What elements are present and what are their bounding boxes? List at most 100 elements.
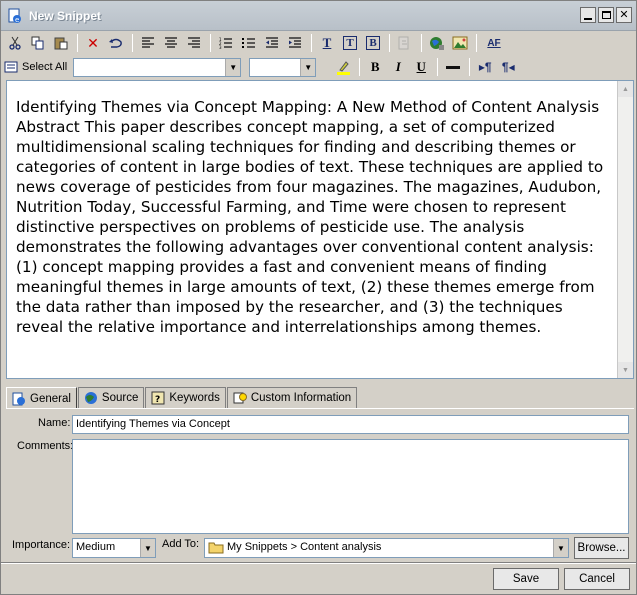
bold-box-button[interactable]: B (362, 33, 384, 53)
toolbar-separator (77, 34, 78, 52)
text-style-button[interactable]: T (316, 33, 338, 53)
italic-icon: I (395, 59, 401, 74)
editor-scrollbar[interactable]: ▲ ▼ (617, 81, 633, 378)
minimize-icon (584, 17, 592, 20)
scroll-up-icon[interactable]: ▲ (618, 81, 633, 97)
align-center-button[interactable] (160, 33, 182, 53)
image-icon (452, 36, 468, 50)
globe-icon (430, 37, 444, 50)
decrease-indent-button[interactable] (261, 33, 283, 53)
cut-button[interactable] (4, 33, 26, 53)
info-icon (12, 392, 25, 405)
scroll-down-icon[interactable]: ▼ (618, 362, 633, 378)
underline-button[interactable]: U (410, 57, 432, 77)
tab-custom-information[interactable]: Custom Information (226, 387, 358, 408)
close-button[interactable]: ✕ (616, 7, 632, 23)
delete-button[interactable]: ✕ (82, 33, 104, 53)
horizontal-rule-icon (446, 65, 461, 69)
folder-icon (208, 542, 224, 554)
importance-select[interactable]: Medium ▼ (72, 538, 156, 558)
numbered-list-icon: 123 (219, 37, 232, 49)
keywords-icon: ? (151, 391, 165, 405)
toolbar-separator (210, 34, 211, 52)
name-value: Identifying Themes via Concept (76, 418, 230, 430)
italic-button[interactable]: I (387, 57, 409, 77)
increase-indent-button[interactable] (284, 33, 306, 53)
highlight-button[interactable] (332, 57, 354, 77)
window-title: New Snippet (29, 8, 102, 23)
copy-button[interactable] (27, 33, 49, 53)
bulb-icon (233, 392, 247, 404)
chevron-down-icon: ▼ (300, 58, 316, 76)
copy-icon (31, 36, 44, 50)
minimize-button[interactable] (580, 7, 596, 23)
ltr-paragraph-icon: ▸¶ (478, 60, 492, 74)
select-all-label: Select All (22, 61, 68, 73)
align-left-icon (142, 37, 154, 48)
link-button[interactable] (394, 33, 416, 53)
undo-icon (109, 38, 122, 48)
align-right-icon (188, 37, 200, 48)
rtl-paragraph-icon: ¶◂ (501, 60, 515, 74)
font-family-select[interactable]: ▼ (73, 57, 242, 77)
name-label: Name: (38, 417, 71, 429)
text-box-button[interactable]: T (339, 33, 361, 53)
bullet-list-icon (242, 38, 255, 48)
toolbar-separator (476, 34, 477, 52)
close-icon: ✕ (619, 8, 629, 21)
toolbar-separator (311, 34, 312, 52)
formatting-toolbar: ✕ 123 T T B AF (1, 31, 636, 55)
save-button[interactable]: Save (493, 568, 559, 590)
bullet-list-button[interactable] (238, 33, 260, 53)
maximize-button[interactable] (598, 7, 614, 23)
bold-button[interactable]: B (364, 57, 386, 77)
maximize-icon (601, 11, 611, 19)
chevron-down-icon: ▼ (553, 539, 568, 557)
toolbar-separator (359, 58, 361, 76)
footer-divider (1, 562, 636, 564)
toolbar-separator (389, 34, 390, 52)
name-field[interactable]: Identifying Themes via Concept (72, 415, 629, 434)
bold-icon: B (370, 59, 380, 74)
add-to-label: Add To: (162, 538, 200, 550)
paste-button[interactable] (50, 33, 72, 53)
tab-general[interactable]: General (6, 387, 77, 409)
undo-button[interactable] (105, 33, 127, 53)
outdent-icon (266, 37, 278, 48)
tab-label: Keywords (169, 392, 220, 404)
svg-text:?: ? (155, 395, 160, 405)
horizontal-rule-button[interactable] (442, 57, 464, 77)
app-icon: e (7, 8, 23, 24)
tab-source[interactable]: Source (77, 387, 145, 408)
tab-label: Custom Information (250, 392, 352, 404)
auto-format-button[interactable]: AF (481, 33, 507, 53)
comments-field[interactable] (72, 439, 629, 534)
select-all-button[interactable]: Select All (4, 61, 67, 73)
align-left-button[interactable] (137, 33, 159, 53)
rtl-paragraph-button[interactable]: ¶◂ (497, 57, 519, 77)
tab-keywords[interactable]: ? Keywords (145, 387, 226, 408)
tab-label: Source (101, 392, 139, 404)
snippet-text[interactable]: Identifying Themes via Concept Mapping: … (16, 97, 614, 337)
af-icon: AF (487, 37, 501, 49)
font-size-select[interactable]: ▼ (249, 57, 317, 77)
insert-image-button[interactable] (449, 33, 471, 53)
importance-label: Importance: (12, 539, 71, 551)
svg-text:3: 3 (219, 45, 222, 49)
ltr-paragraph-button[interactable]: ▸¶ (474, 57, 496, 77)
tab-label: General (30, 392, 71, 405)
chevron-down-icon: ▼ (225, 58, 241, 76)
tab-strip: General Source ? Keywords Custom Informa… (6, 387, 358, 409)
insert-web-button[interactable] (426, 33, 448, 53)
snippet-editor[interactable]: Identifying Themes via Concept Mapping: … (6, 80, 634, 379)
numbered-list-button[interactable]: 123 (215, 33, 237, 53)
browse-button[interactable]: Browse... (574, 537, 629, 559)
align-center-icon (165, 37, 177, 48)
title-bar[interactable]: e New Snippet ✕ (1, 1, 636, 31)
add-to-value: My Snippets > Content analysis (227, 541, 382, 553)
bold-box-icon: B (366, 36, 380, 50)
add-to-select[interactable]: My Snippets > Content analysis ▼ (204, 538, 569, 558)
align-right-button[interactable] (183, 33, 205, 53)
cancel-button[interactable]: Cancel (564, 568, 630, 590)
underline-icon: U (416, 59, 426, 74)
